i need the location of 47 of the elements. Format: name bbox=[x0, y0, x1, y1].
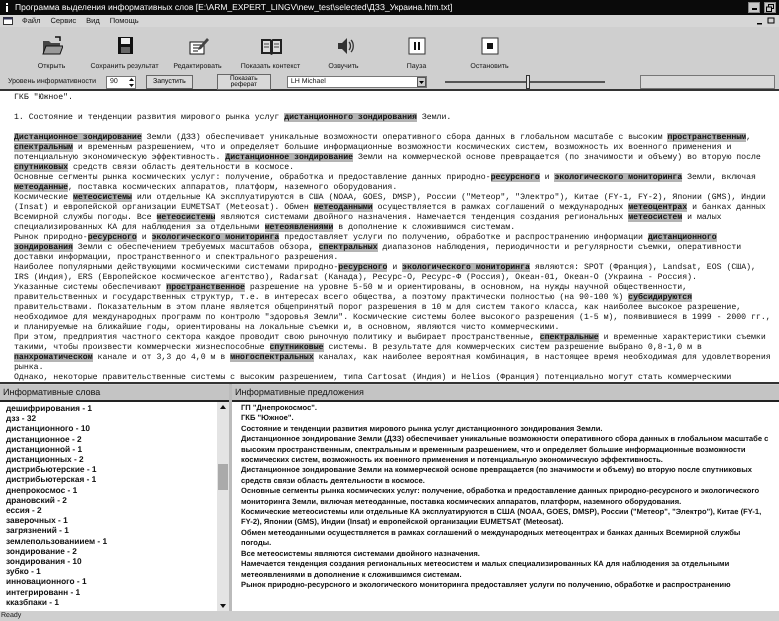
document-paragraph: При этом, предприятия частного сектора каждое проводит свою рыночную политику и выбирает пространственные, спектральные и временные характеристики съемки такими, чтобы произвести коммерчески жизнеспособные спутниковые системы. В результате для коммерческих систем разрешение выбрано 0,8-1,0 м в панхроматическом канале и от 3,3 до 4,0 м в многоспектральных каналах, как наиболее вероятная комбинация, в настоящее время необходимая для удовлетворения рынка. bbox=[14, 333, 772, 373]
word-item[interactable]: дистрибьютерская - 1 bbox=[6, 474, 211, 485]
word-item[interactable]: дистанционное - 2 bbox=[6, 434, 211, 444]
child-window-controls-icon[interactable] bbox=[756, 17, 776, 26]
word-item[interactable]: ессия - 2 bbox=[6, 505, 211, 516]
stop-icon bbox=[478, 34, 500, 56]
word-item[interactable]: дистрибьютерские - 1 bbox=[6, 464, 211, 474]
word-item[interactable]: интегрированн - 1 bbox=[6, 586, 211, 597]
pane-header: Информативные предложения bbox=[232, 385, 779, 402]
minimize-button[interactable] bbox=[748, 2, 760, 13]
word-item[interactable]: кказбпаки - 1 bbox=[6, 596, 211, 608]
pause-icon bbox=[406, 34, 428, 56]
word-item[interactable]: зондирование - 2 bbox=[6, 546, 211, 556]
word-item[interactable]: дешифрирования - 1 bbox=[6, 403, 211, 414]
document-paragraph: Рынок природно-ресурсного и экологического мониторинга предоставляет услуги по получению, обработке и распространению информации дистанционного зондирования Земли с обеспечением требуемых масштабов обзора, спектральных диапазонов наблюдения, периодичности и регулярности съемки, оперативности доставки информации, пространственного и спектрального разрешения. bbox=[14, 233, 742, 263]
word-item[interactable]: дистанционного - 10 bbox=[6, 423, 211, 434]
scroll-thumb[interactable] bbox=[218, 464, 228, 490]
restore-icon bbox=[766, 4, 774, 12]
word-item[interactable]: дистанционных - 2 bbox=[6, 454, 211, 464]
pane-header: Информативные слова bbox=[0, 385, 229, 402]
word-item[interactable]: дистанционной - 1 bbox=[6, 444, 211, 454]
document-paragraph: Однако, некоторые правительственные системы с высоким разрешением, типа Cartosat (Индия) и Helios (Франция) потенциально могут стать коммерческими bbox=[14, 373, 732, 382]
window-title: Программа выделения информативных слов [E:\ARM_EXPERT_LINGV\new_test\selected\ДЗЗ_Украина.htm.txt] bbox=[15, 1, 454, 14]
document-paragraph: ГКБ "Южное". bbox=[14, 93, 74, 103]
spin-arrows-icon[interactable] bbox=[128, 76, 135, 88]
document-paragraph: 1. Состояние и тенденции развития мирового рынка услуг дистанционного зондирования Земли. bbox=[14, 113, 452, 123]
word-item[interactable]: днепрокосмос - 1 bbox=[6, 484, 211, 495]
restore-button[interactable] bbox=[764, 2, 776, 13]
document-paragraph: Указанные системы обеспечивают пространственное разрешение на уровне 5-50 м и ориентированы, в основном, на нужды научной общественности, правительственных и государственных структур, т.е. в интересах всего общества, а поэтому практически полностью (на 90-100 %) субсидируются правительствами. Показательным в этом плане является общепринятый порог разрешения в 10 м для систем такого класса, как наиболее высокое разрешение, необходимое для международных программ по контролю "здоровья Земли". Космические системы более высокого разрешения (1-5 м), появившиеся в 1999 - 2000 гг., и планируемые на ближайшие годы, ориентированы на локальные съемки и, в основном, являются чисто коммерческими. bbox=[14, 283, 772, 333]
word-item[interactable]: загрязнений - 1 bbox=[6, 525, 211, 536]
word-item[interactable]: драновский - 2 bbox=[6, 494, 211, 506]
word-item[interactable]: землепользованиием - 1 bbox=[6, 536, 211, 546]
document-paragraph: Основные сегменты рынка космических услуг: получение, обработка и предоставление данных природно-ресурсного и экологического мониторинга Земли, включая метеоданные, поставка космических аппаратов, платформ, наземного оборудования. bbox=[14, 173, 757, 193]
word-item[interactable]: зубко - 1 bbox=[6, 566, 211, 576]
document-paragraph: Наиболее популярными действующими космическими системами природно-ресурсного и экологического мониторинга являются: SPOT (Франция), Landsat, EOS (США), IRS (Индия), ERS (Европейское космическое агентство), Radarsat (Канада), Ресурс-О, Ресурс-Ф (Россия), Океан-01, Океан-О (Украина - Россия). bbox=[14, 263, 757, 283]
minimize-icon bbox=[752, 8, 756, 10]
app-icon bbox=[3, 2, 11, 13]
word-item[interactable]: заверочных - 1 bbox=[6, 515, 211, 526]
word-item[interactable]: дзз - 32 bbox=[6, 413, 211, 424]
caret-icon bbox=[416, 77, 426, 87]
document-paragraph: Дистанционное зондирование Земли (ДЗЗ) обеспечивает уникальные возможности оперативного сбора данных в глобальном масштабе с высоким пространственным, спектральным и временным разрешением, что и определяет большие информационные возможности космических систем, возможность их военного применения и потенциальную экономическую эффективность. Дистанционное зондирование Земли на коммерческой основе превращается (по значимости и объему) во вторую после спутниковых средств связи область деятельности в космосе. bbox=[14, 133, 762, 173]
document-paragraph: Космические метеосистемы или отдельные КА эксплуатируются в США (NOAA, GOES, DMSP), России ("Метеор", "Электро"), Китае (FY-1, FY-2), Японии (GMS), Индии (Insat) и европейской организации EUMETSAT (Meteosat). Обмен метеоданными осуществляется в рамках соглашений о международных метеоцентрах и банках данных Всемирной службы погоды. Все метеосистемы являются системами двойного назначения. Намечается тенденция создания региональных метеосистем и малых специализированных КА для наблюдения за отдельными метеоявлениями в дополнение к сложившимся системам. bbox=[14, 193, 767, 233]
document-icon bbox=[3, 16, 13, 26]
folder-icon bbox=[40, 34, 62, 56]
word-item[interactable]: зондирования - 10 bbox=[6, 556, 211, 566]
word-item[interactable]: инновационного - 1 bbox=[6, 576, 211, 587]
slider-thumb[interactable] bbox=[526, 75, 530, 89]
